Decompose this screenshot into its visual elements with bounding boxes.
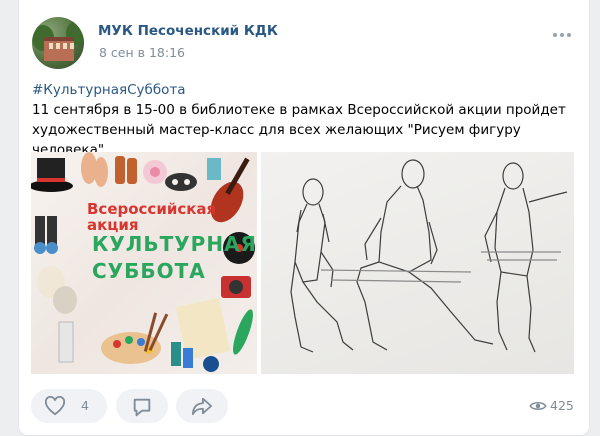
- views-count: 425: [550, 398, 574, 413]
- heart-icon: [44, 396, 66, 416]
- author-avatar[interactable]: [32, 17, 84, 69]
- post-image-banner[interactable]: Всероссийская акция КУЛЬТУРНАЯ СУББОТА: [31, 152, 257, 374]
- banner-main-line2: СУББОТА: [92, 259, 206, 283]
- comment-icon: [133, 398, 151, 417]
- post-text: 11 сентября в 15-00 в библиотеке в рамка…: [32, 102, 566, 158]
- share-button[interactable]: [176, 389, 228, 423]
- post-image-sketch[interactable]: [261, 152, 574, 374]
- comment-button[interactable]: [116, 389, 168, 423]
- banner-title: Всероссийская акция: [87, 200, 217, 234]
- figure-sketch-illustration: [290, 159, 568, 353]
- banner-main-title: КУЛЬТУРНАЯ СУББОТА: [92, 231, 257, 285]
- post-author[interactable]: МУК Песоченский КДК: [98, 23, 278, 39]
- like-button[interactable]: 4: [31, 389, 107, 423]
- share-icon: [192, 397, 212, 416]
- eye-icon: [529, 402, 547, 410]
- banner-main-line1: КУЛЬТУРНАЯ: [92, 232, 257, 256]
- post-card: МУК Песоченский КДК 8 сен в 18:16 #Культ…: [18, 0, 590, 436]
- more-icon[interactable]: [550, 26, 574, 42]
- post-hashtag[interactable]: #КультурнаяСуббота: [32, 82, 186, 98]
- likes-count: 4: [81, 398, 89, 413]
- post-date[interactable]: 8 сен в 18:16: [99, 45, 185, 60]
